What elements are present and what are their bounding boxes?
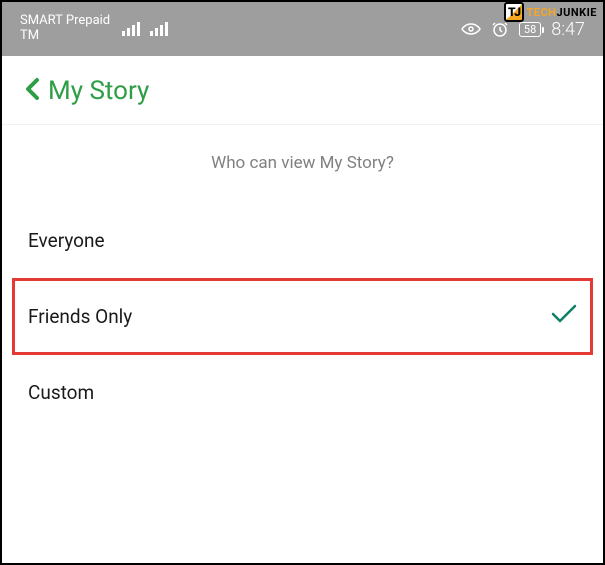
checkmark-icon — [551, 304, 577, 329]
signal-icon — [150, 22, 168, 36]
eye-icon — [461, 22, 481, 36]
watermark-logo: TJ — [504, 2, 524, 22]
carrier-label: SMART Prepaid TM — [20, 14, 110, 44]
watermark-brand-first: TECH — [526, 6, 556, 19]
option-label: Custom — [28, 381, 94, 404]
option-friends-only[interactable]: Friends Only — [12, 278, 593, 355]
signal-icons — [122, 22, 168, 36]
alarm-icon — [491, 20, 509, 38]
back-button[interactable] — [24, 77, 40, 106]
page-title: My Story — [48, 76, 149, 106]
signal-icon — [122, 22, 140, 36]
option-label: Friends Only — [28, 305, 132, 328]
battery-indicator: 58 — [519, 22, 541, 37]
carrier-line2: TM — [20, 29, 110, 44]
option-custom[interactable]: Custom — [12, 355, 593, 430]
watermark: TJ TECHJUNKIE — [504, 2, 597, 22]
watermark-brand-second: JUNKIE — [556, 6, 597, 19]
watermark-brand: TECHJUNKIE — [526, 6, 597, 19]
options-list: Everyone Friends Only Custom — [2, 203, 603, 430]
option-label: Everyone — [28, 229, 105, 252]
option-everyone[interactable]: Everyone — [12, 203, 593, 278]
status-left: SMART Prepaid TM — [20, 14, 168, 44]
carrier-line1: SMART Prepaid — [20, 14, 110, 29]
section-subtitle: Who can view My Story? — [2, 125, 603, 203]
nav-header: My Story — [2, 56, 603, 125]
